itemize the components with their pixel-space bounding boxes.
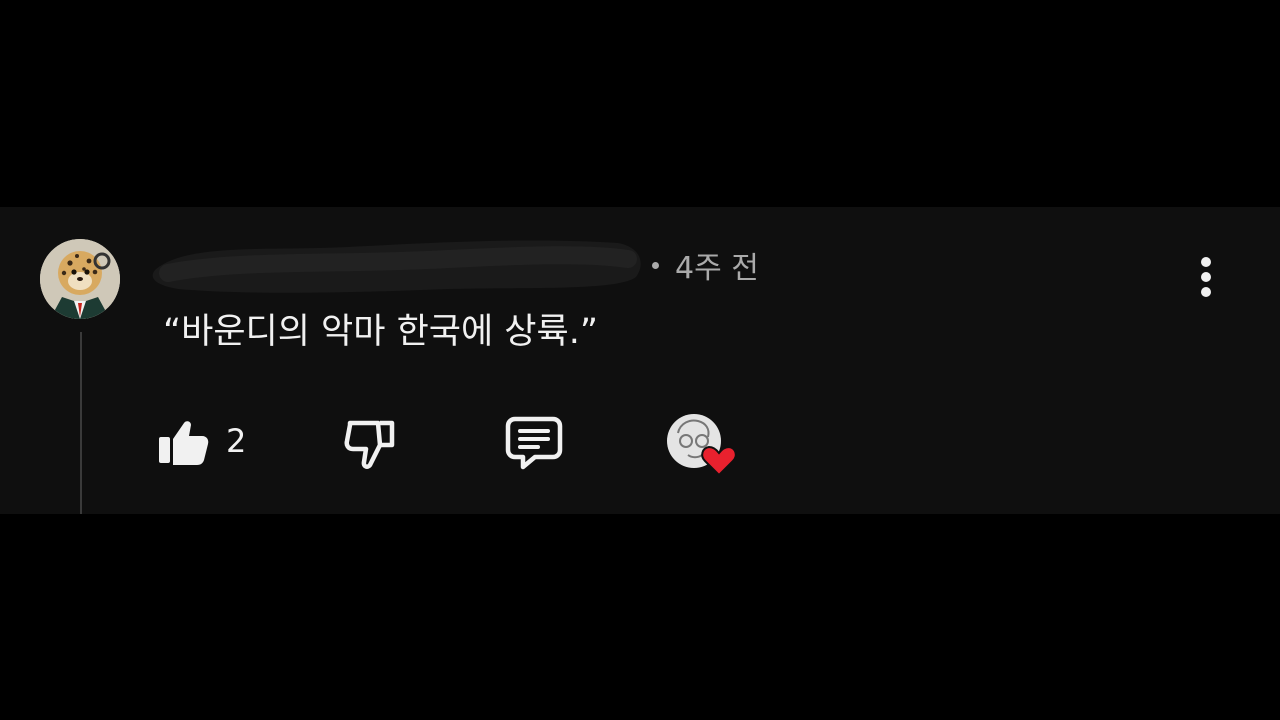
creator-heart-icon	[667, 414, 737, 477]
redacted-username	[152, 240, 641, 293]
like-count: 2	[226, 422, 247, 460]
user-avatar[interactable]	[40, 239, 120, 319]
creator-heart	[666, 411, 740, 479]
screen: 4주 전 “바운디의 악마 한국에 상륙.” 2	[0, 0, 1280, 720]
comment-meta: 4주 전	[652, 245, 759, 286]
reply-button[interactable]	[505, 413, 563, 471]
separator-dot	[652, 261, 659, 269]
comment-timestamp: 4주 전	[675, 251, 759, 286]
comment-actions: 2	[0, 407, 1280, 477]
vertical-dots-icon	[1201, 257, 1211, 297]
comment-card: 4주 전 “바운디의 악마 한국에 상륙.” 2	[0, 207, 1280, 514]
dislike-button[interactable]	[342, 415, 398, 471]
like-button[interactable]	[156, 415, 212, 471]
thumbs-down-icon	[344, 420, 395, 469]
thumbs-up-icon	[159, 421, 209, 465]
comment-text: “바운디의 악마 한국에 상륙.”	[163, 312, 598, 352]
more-options-button[interactable]	[1184, 253, 1228, 305]
comment-bubble-icon	[505, 416, 563, 470]
leopard-avatar-icon	[40, 239, 120, 319]
